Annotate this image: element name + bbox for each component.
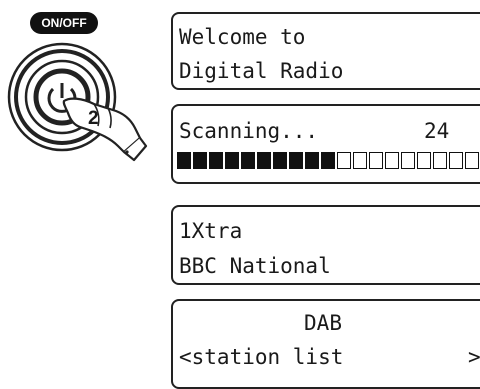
display-line-2: Digital Radio [179, 59, 344, 83]
progress-segment-filled [289, 152, 303, 169]
right-arrow-icon: > [468, 345, 480, 369]
station-count: 24 [424, 119, 450, 143]
station-ensemble: BBC National [179, 254, 331, 278]
progress-segment-filled [225, 152, 239, 169]
progress-segment-filled [321, 152, 335, 169]
display-station: 1Xtra BBC National [171, 205, 480, 285]
progress-segment-empty [337, 152, 351, 169]
progress-segment-empty [401, 152, 415, 169]
scanning-text: Scanning... [179, 119, 319, 143]
display-dab-menu: DAB <station list > [171, 299, 480, 389]
display-scanning: Scanning... 24 [171, 104, 480, 184]
press-count-label: 2 [88, 108, 99, 129]
power-knob-illustration: 2 [7, 42, 148, 162]
progress-segment-filled [257, 152, 271, 169]
progress-segment-filled [177, 152, 191, 169]
progress-segment-empty [417, 152, 431, 169]
progress-segment-empty [465, 152, 479, 169]
on-off-label: ON/OFF [30, 12, 98, 34]
progress-segment-empty [449, 152, 463, 169]
progress-segment-filled [209, 152, 223, 169]
display-welcome: Welcome to Digital Radio [171, 12, 480, 90]
progress-segment-filled [241, 152, 255, 169]
menu-title: DAB [304, 311, 342, 335]
progress-segment-empty [369, 152, 383, 169]
scan-progress-bar [177, 152, 480, 169]
display-line-1: Welcome to [179, 25, 306, 49]
progress-segment-filled [193, 152, 207, 169]
progress-segment-empty [433, 152, 447, 169]
progress-segment-empty [385, 152, 399, 169]
progress-segment-filled [273, 152, 287, 169]
progress-segment-empty [353, 152, 367, 169]
progress-segment-filled [305, 152, 319, 169]
station-name: 1Xtra [179, 219, 243, 243]
menu-item-station-list: <station list [179, 345, 344, 369]
